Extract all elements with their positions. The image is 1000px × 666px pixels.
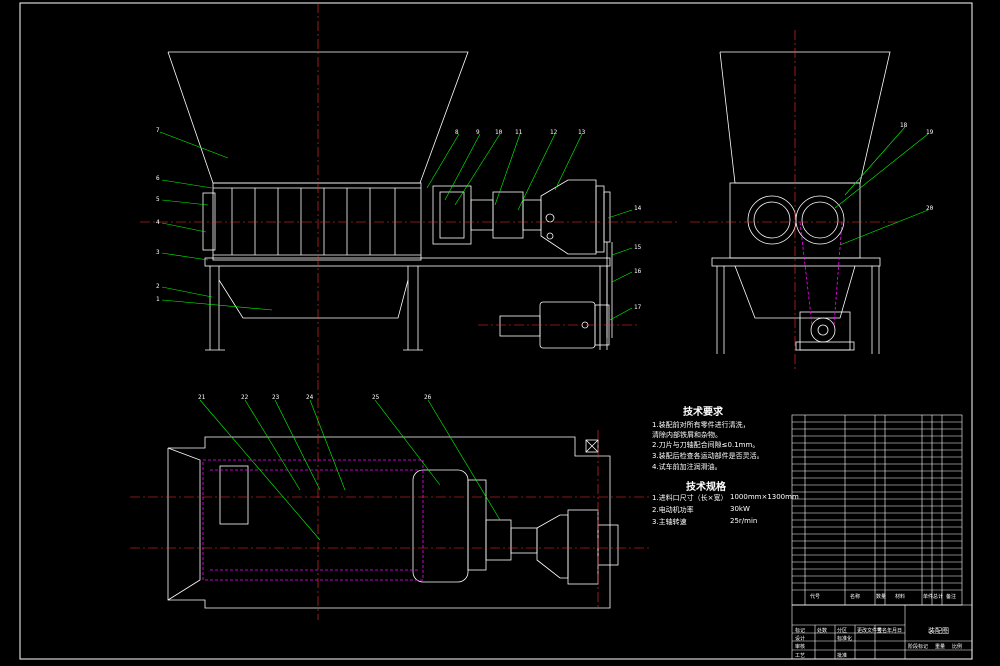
side-view-belt bbox=[799, 221, 843, 326]
tech-spec-label-1: 1.进料口尺寸（长×宽） bbox=[652, 494, 728, 502]
tb-header-code: 代号 bbox=[810, 594, 821, 600]
tb-field-weight: 重量 bbox=[935, 644, 946, 650]
tb-header-name: 名称 bbox=[850, 594, 861, 600]
part-label-2: 2 bbox=[156, 283, 160, 290]
part-label-13: 13 bbox=[578, 129, 586, 136]
part-label-11: 11 bbox=[515, 129, 523, 136]
part-label-10: 10 bbox=[495, 129, 503, 136]
tech-req-item-2: 清除内部铁屑和杂物。 bbox=[652, 431, 722, 439]
tb-header-total: 总计 bbox=[933, 594, 944, 600]
part-label-14: 14 bbox=[634, 205, 642, 212]
part-label-16: 16 bbox=[634, 268, 642, 275]
part-label-3: 3 bbox=[156, 249, 160, 256]
front-view bbox=[167, 51, 613, 351]
part-label-25: 25 bbox=[372, 394, 380, 401]
tb-field-design: 设计 bbox=[795, 636, 806, 642]
tech-req-item-3: 2.刀片与刀轴配合间隙≤0.1mm。 bbox=[652, 441, 760, 449]
tb-field-sign: 签名 bbox=[877, 628, 888, 634]
part-label-19: 19 bbox=[926, 129, 934, 136]
drawing-name: 装配图 bbox=[928, 627, 949, 635]
tb-header-qty: 数量 bbox=[876, 594, 887, 600]
part-label-17: 17 bbox=[634, 304, 642, 311]
tech-spec-value-2: 30kW bbox=[730, 505, 750, 513]
part-label-18: 18 bbox=[900, 122, 908, 129]
tb-field-scale: 比例 bbox=[952, 644, 963, 650]
tech-req-item-1: 1.装配前对所有零件进行清洗， bbox=[652, 421, 750, 429]
title-block bbox=[791, 414, 973, 660]
top-view bbox=[167, 436, 619, 609]
tb-header-unit: 单件 bbox=[923, 594, 934, 600]
part-label-8: 8 bbox=[455, 129, 459, 136]
part-label-1: 1 bbox=[156, 296, 160, 303]
outer-frame bbox=[19, 2, 973, 660]
part-label-9: 9 bbox=[476, 129, 480, 136]
part-label-4: 4 bbox=[156, 219, 160, 226]
part-label-22: 22 bbox=[241, 394, 249, 401]
part-label-24: 24 bbox=[306, 394, 314, 401]
tb-field-date: 年月日 bbox=[887, 628, 903, 634]
tech-spec-value-1: 1000mm×1300mm bbox=[730, 493, 799, 501]
tech-requirements-title: 技术要求 bbox=[683, 407, 723, 418]
tb-field-mark: 标记 bbox=[795, 628, 806, 634]
tech-spec-value-3: 25r/min bbox=[730, 517, 758, 525]
part-label-7: 7 bbox=[156, 127, 160, 134]
tb-field-process: 工艺 bbox=[795, 653, 806, 659]
tech-spec-label-2: 2.电动机功率 bbox=[652, 506, 694, 514]
tb-field-stage: 阶段标记 bbox=[908, 644, 929, 650]
tb-field-standard: 标准化 bbox=[837, 636, 853, 642]
tb-header-remark: 备注 bbox=[946, 594, 957, 600]
part-label-15: 15 bbox=[634, 244, 642, 251]
part-label-6: 6 bbox=[156, 175, 160, 182]
tb-field-review: 审核 bbox=[795, 644, 806, 650]
part-label-20: 20 bbox=[926, 205, 934, 212]
drawing-canvas bbox=[19, 2, 973, 660]
tech-req-item-5: 4.试车前加注润滑油。 bbox=[652, 463, 722, 471]
tb-header-material: 材料 bbox=[895, 594, 906, 600]
tech-specs-title: 技术规格 bbox=[686, 482, 726, 493]
part-label-23: 23 bbox=[272, 394, 280, 401]
tech-spec-label-3: 3.主轴转速 bbox=[652, 518, 687, 526]
part-label-12: 12 bbox=[550, 129, 558, 136]
part-label-26: 26 bbox=[424, 394, 432, 401]
part-label-5: 5 bbox=[156, 196, 160, 203]
tb-field-approve: 批准 bbox=[837, 653, 848, 659]
tb-field-count: 处数 bbox=[817, 628, 828, 634]
part-label-21: 21 bbox=[198, 394, 206, 401]
side-view bbox=[711, 51, 891, 354]
tech-req-item-4: 3.装配后检查各运动部件是否灵活。 bbox=[652, 452, 764, 460]
top-view-hidden bbox=[202, 459, 424, 581]
tb-field-zone: 分区 bbox=[837, 628, 848, 634]
center-lines bbox=[130, 3, 900, 620]
